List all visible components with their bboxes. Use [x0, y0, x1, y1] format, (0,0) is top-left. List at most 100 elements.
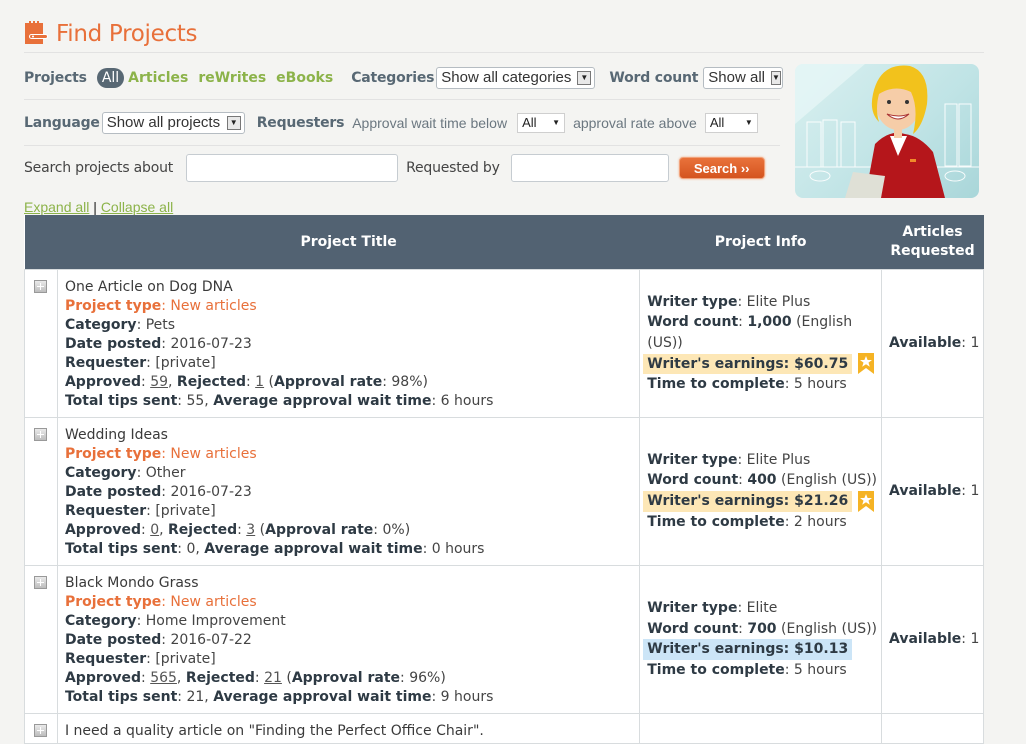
header-project-info: Project Info — [639, 215, 882, 269]
project-info-cell: Writer type: Elite Plus Word count: 1,00… — [639, 268, 883, 418]
language-select-value: Show all projects — [106, 114, 221, 131]
available-line: Available: 1 — [889, 483, 980, 499]
table-row: I need a quality article on "Finding the… — [24, 712, 984, 744]
requested-by-input[interactable] — [510, 154, 669, 182]
project-type-line: Project type: New articles — [64, 297, 257, 314]
expand-cell — [24, 416, 58, 566]
project-title[interactable]: Black Mondo Grass — [65, 574, 632, 593]
expand-cell — [24, 268, 58, 418]
requester-line: Requester: [private] — [64, 502, 216, 519]
project-title-cell: Wedding Ideas Project type: New articles… — [56, 416, 641, 566]
table-row: Black Mondo Grass Project type: New arti… — [24, 564, 984, 714]
expand-all-link[interactable]: Expand all — [24, 199, 89, 215]
requester-line: Requester: [private] — [64, 650, 216, 667]
search-input[interactable] — [186, 154, 399, 182]
project-info-cell: Writer type: Elite Word count: 700 (Engl… — [639, 564, 883, 714]
page-title: Find Projects — [56, 21, 198, 47]
star-ribbon-icon — [858, 490, 875, 512]
approval-stats-line: Approved: 0, Rejected: 3 (Approval rate:… — [64, 521, 411, 538]
project-info-cell: Writer type: Elite Plus Word count: 400 … — [639, 416, 883, 566]
table-header-row: Project Title Project Info Articles Requ… — [24, 215, 984, 269]
writer-type-line: Writer type: Elite Plus — [647, 451, 811, 468]
date-posted-line: Date posted: 2016-07-23 — [64, 335, 252, 352]
project-title[interactable]: One Article on Dog DNA — [65, 278, 632, 297]
approved-count-link[interactable]: 59 — [150, 374, 168, 390]
word-count-line: Word count: 700 (English (US)) — [647, 620, 877, 637]
project-title[interactable]: Wedding Ideas — [65, 426, 632, 445]
categories-label: Categories — [351, 69, 435, 86]
page-header: Find Projects — [24, 20, 984, 53]
approved-count-link[interactable]: 0 — [150, 522, 159, 538]
articles-requested-cell: Available: 1 — [881, 564, 984, 714]
language-label: Language — [24, 114, 100, 131]
filter-panel: Projects All Articles reWrites eBooks Ca… — [24, 56, 784, 190]
expand-cell — [24, 564, 58, 714]
chevron-down-icon: ▼ — [552, 118, 561, 127]
type-filter-ebooks[interactable]: eBooks — [276, 70, 333, 86]
project-title[interactable]: I need a quality article on "Finding the… — [65, 722, 632, 741]
earnings-line: Writer's earnings: $10.13 — [643, 639, 881, 660]
earnings-line: Writer's earnings: $21.26 — [643, 490, 881, 512]
expand-row-plus-icon[interactable] — [34, 575, 48, 589]
time-to-complete-line: Time to complete: 5 hours — [647, 661, 847, 678]
word-count-line: Word count: 400 (English (US)) — [647, 472, 877, 489]
approval-stats-line: Approved: 59, Rejected: 1 (Approval rate… — [64, 373, 428, 390]
word-count-select[interactable]: Show all ▼ — [703, 66, 784, 89]
chevron-down-icon: ▼ — [226, 115, 241, 130]
date-posted-line: Date posted: 2016-07-22 — [64, 631, 252, 648]
project-title-cell: Black Mondo Grass Project type: New arti… — [56, 564, 641, 714]
header-articles-line1: Articles — [902, 223, 963, 240]
projects-label: Projects — [24, 69, 87, 86]
type-filter-rewrites[interactable]: reWrites — [198, 70, 266, 86]
category-line: Category: Home Improvement — [64, 612, 286, 629]
expand-row-plus-icon[interactable] — [34, 723, 48, 737]
approved-count-link[interactable]: 565 — [150, 670, 177, 686]
expand-row-plus-icon[interactable] — [34, 427, 48, 441]
requester-line: Requester: [private] — [64, 354, 216, 371]
writers-earnings: Writer's earnings: $60.75 — [643, 353, 853, 374]
earnings-line: Writer's earnings: $60.75 — [643, 353, 881, 374]
search-button[interactable]: Search ›› — [678, 157, 765, 179]
chevron-down-icon: ▼ — [770, 70, 781, 85]
time-to-complete-line: Time to complete: 5 hours — [647, 376, 847, 392]
writer-illustration — [795, 64, 979, 198]
project-type-line: Project type: New articles — [64, 593, 257, 610]
project-title-cell: I need a quality article on "Finding the… — [56, 712, 641, 744]
writers-earnings: Writer's earnings: $21.26 — [643, 491, 853, 512]
time-to-complete-line: Time to complete: 2 hours — [647, 513, 847, 530]
collapse-all-link[interactable]: Collapse all — [101, 199, 173, 215]
project-info-cell — [639, 712, 883, 744]
filter-row-types: Projects All Articles reWrites eBooks Ca… — [24, 56, 784, 100]
approval-wait-select[interactable]: All ▼ — [517, 112, 566, 133]
word-count-select-value: Show all — [708, 69, 765, 86]
expand-collapse-controls: Expand all | Collapse all — [24, 199, 173, 215]
project-title-cell: One Article on Dog DNA Project type: New… — [56, 268, 641, 418]
header-expand-col — [24, 215, 58, 269]
approval-wait-select-value: All — [522, 115, 537, 130]
rejected-count-link[interactable]: 1 — [255, 374, 264, 390]
approval-rate-label: approval rate above — [573, 114, 697, 131]
expand-row-plus-icon[interactable] — [34, 279, 48, 293]
filter-row-search: Search projects about Requested by Searc… — [24, 146, 780, 190]
type-filter-all[interactable]: All — [96, 67, 125, 88]
table-row: Wedding Ideas Project type: New articles… — [24, 416, 984, 566]
articles-requested-cell: Available: 1 — [881, 268, 984, 418]
chevron-down-icon: ▼ — [577, 70, 592, 85]
date-posted-line: Date posted: 2016-07-23 — [64, 483, 252, 500]
rejected-count-link[interactable]: 21 — [264, 670, 282, 686]
categories-select[interactable]: Show all categories ▼ — [436, 66, 596, 89]
expand-cell — [24, 712, 58, 744]
tips-wait-line: Total tips sent: 21, Average approval wa… — [64, 688, 494, 705]
articles-requested-cell: Available: 1 — [881, 416, 984, 566]
header-project-title: Project Title — [57, 215, 640, 269]
rejected-count-link[interactable]: 3 — [246, 522, 255, 538]
tips-wait-line: Total tips sent: 55, Average approval wa… — [64, 392, 494, 409]
category-line: Category: Other — [64, 464, 186, 481]
language-select[interactable]: Show all projects ▼ — [101, 111, 245, 134]
type-filter-articles[interactable]: Articles — [128, 70, 188, 86]
approval-rate-select[interactable]: All ▼ — [704, 112, 758, 133]
notebook-pencil-icon — [25, 21, 48, 44]
writer-type-line: Writer type: Elite — [647, 600, 778, 616]
search-label: Search projects about — [24, 160, 174, 176]
requested-by-label: Requested by — [406, 160, 500, 176]
